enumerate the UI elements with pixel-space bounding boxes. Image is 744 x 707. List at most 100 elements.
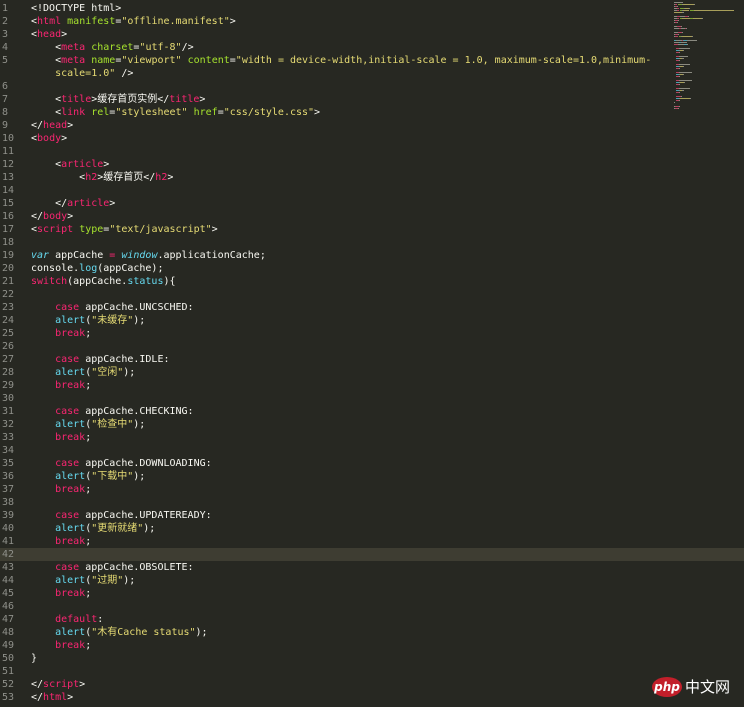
code-line[interactable]: 23 case appCache.UNCSCHED: — [0, 301, 744, 314]
code-line[interactable]: 53 </html> — [0, 691, 744, 704]
line-number: 13 — [2, 172, 15, 183]
code-token: </ — [31, 198, 68, 209]
code-line[interactable]: 52 </script> — [0, 678, 744, 691]
code-line[interactable]: 39 case appCache.UPDATEREADY: — [0, 509, 744, 522]
code-token: break — [55, 380, 86, 391]
code-line[interactable]: 36 alert("下载中"); — [0, 470, 744, 483]
line-text: break; — [31, 483, 91, 496]
code-line[interactable]: 8 <link rel="stylesheet" href="css/style… — [0, 106, 744, 119]
code-line[interactable]: 45 break; — [0, 587, 744, 600]
code-token: var — [31, 250, 50, 261]
minimap-stroke — [681, 32, 683, 33]
code-token: head — [43, 120, 68, 131]
code-token: > — [61, 133, 68, 144]
code-line[interactable]: 12 <article> — [0, 158, 744, 171]
code-line[interactable]: 27 case appCache.IDLE: — [0, 353, 744, 366]
line-text: } — [31, 652, 37, 665]
code-line[interactable]: 51 — [0, 665, 744, 678]
code-line[interactable]: 21 switch(appCache.status){ — [0, 275, 744, 288]
code-line[interactable]: 20 console.log(appCache); — [0, 262, 744, 275]
code-line[interactable]: 44 alert("过期"); — [0, 574, 744, 587]
code-line[interactable]: 50} — [0, 652, 744, 665]
minimap-stroke — [679, 100, 680, 101]
line-text: alert("更新就绪"); — [31, 522, 155, 535]
code-line[interactable]: 9 </head> — [0, 119, 744, 132]
code-line[interactable]: 15 </article> — [0, 197, 744, 210]
code-line[interactable]: 49 break; — [0, 639, 744, 652]
code-line[interactable]: 1 <!DOCTYPE html> — [0, 2, 744, 15]
minimap-stroke — [688, 16, 689, 17]
code-line[interactable]: 17 <script type="text/javascript"> — [0, 223, 744, 236]
code-token: ); — [133, 315, 146, 326]
code-line[interactable]: 41 break; — [0, 535, 744, 548]
minimap[interactable] — [674, 2, 742, 112]
code-line[interactable]: 6 — [0, 80, 744, 93]
minimap-stroke — [689, 98, 691, 99]
code-line[interactable]: 43 case appCache.OBSOLETE: — [0, 561, 744, 574]
code-line[interactable]: 7 <title>缓存首页实例</title> — [0, 93, 744, 106]
code-line[interactable]: 42 — [0, 548, 744, 561]
code-line[interactable]: 24 alert("未缓存"); — [0, 314, 744, 327]
code-token: "更新就绪" — [91, 523, 144, 534]
line-number: 9 — [2, 120, 9, 131]
code-token: html — [43, 692, 68, 703]
code-token: > — [79, 679, 86, 690]
code-line[interactable]: 5 <meta name="viewport" content="width =… — [0, 54, 744, 67]
code-token: ; — [85, 432, 92, 443]
code-line[interactable]: 34 — [0, 444, 744, 457]
line-number: 10 — [2, 133, 15, 144]
code-line[interactable]: 35 case appCache.DOWNLOADING: — [0, 457, 744, 470]
code-token: ; — [85, 328, 92, 339]
line-text: alert("过期"); — [31, 574, 135, 587]
code-line[interactable]: 30 — [0, 392, 744, 405]
code-token: status — [127, 276, 164, 287]
code-line[interactable]: 16 </body> — [0, 210, 744, 223]
code-line[interactable]: 11 — [0, 145, 744, 158]
minimap-stroke — [677, 20, 679, 21]
code-token: break — [55, 536, 86, 547]
code-token: ); — [123, 575, 136, 586]
line-text: console.log(appCache); — [31, 262, 163, 275]
code-line[interactable]: 3 <head> — [0, 28, 744, 41]
minimap-stroke — [677, 6, 678, 7]
code-line[interactable]: 4 <meta charset="utf-8"/> — [0, 41, 744, 54]
code-line[interactable]: 25 break; — [0, 327, 744, 340]
code-line[interactable]: 47 default: — [0, 613, 744, 626]
code-token: appCache.CHECKING: — [79, 406, 194, 417]
line-number: 46 — [2, 601, 15, 612]
code-token: href — [193, 107, 218, 118]
code-line[interactable]: 46 — [0, 600, 744, 613]
code-token: alert — [55, 627, 86, 638]
code-line[interactable]: 40 alert("更新就绪"); — [0, 522, 744, 535]
code-line[interactable]: 33 break; — [0, 431, 744, 444]
line-number: 52 — [2, 679, 15, 690]
code-token: >缓存首页实例</ — [91, 94, 170, 105]
code-line[interactable]: scale=1.0" /> — [0, 67, 744, 80]
code-line[interactable]: 19 var appCache = window.applicationCache… — [0, 249, 744, 262]
code-area[interactable]: 1 <!DOCTYPE html> 2 <html manifest="offline… — [0, 2, 744, 704]
code-token: article — [67, 198, 110, 209]
line-number: 30 — [2, 393, 15, 404]
code-token: ){ — [163, 276, 176, 287]
minimap-stroke — [682, 18, 690, 19]
code-line[interactable]: 14 — [0, 184, 744, 197]
code-line[interactable]: 18 — [0, 236, 744, 249]
code-line[interactable]: 10 <body> — [0, 132, 744, 145]
code-line[interactable]: 29 break; — [0, 379, 744, 392]
code-line[interactable]: 38 — [0, 496, 744, 509]
code-token: > — [167, 172, 174, 183]
code-line[interactable]: 31 case appCache.CHECKING: — [0, 405, 744, 418]
code-line[interactable]: 28 alert("空闲"); — [0, 366, 744, 379]
code-line[interactable]: 37 break; — [0, 483, 744, 496]
line-number: 37 — [2, 484, 15, 495]
code-line[interactable]: 13 <h2>缓存首页</h2> — [0, 171, 744, 184]
code-line[interactable]: 32 alert("检查中"); — [0, 418, 744, 431]
code-line[interactable]: 22 — [0, 288, 744, 301]
code-line[interactable]: 48 alert("木有Cache status"); — [0, 626, 744, 639]
code-line[interactable]: 2 <html manifest="offline.manifest"> — [0, 15, 744, 28]
code-token: log — [79, 263, 98, 274]
code-line[interactable]: 26 — [0, 340, 744, 353]
code-editor[interactable]: 1 <!DOCTYPE html> 2 <html manifest="offline… — [0, 0, 744, 707]
line-text: <script type="text/javascript"> — [31, 223, 218, 236]
